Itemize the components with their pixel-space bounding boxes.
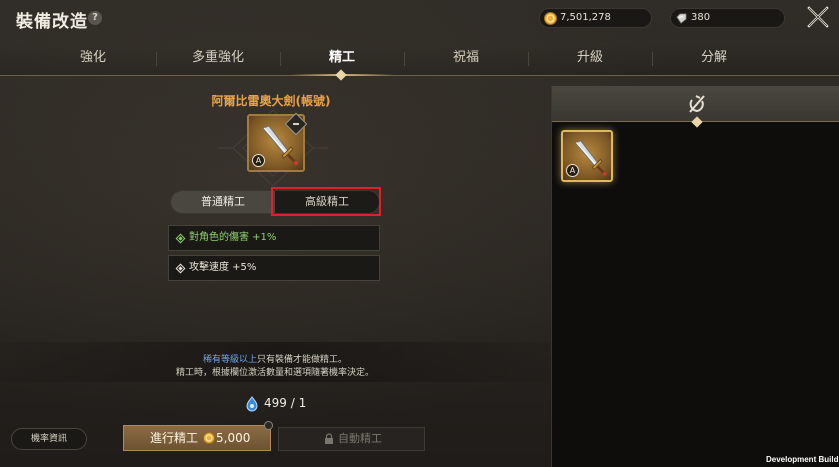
inventory-item-slot[interactable]: A: [561, 130, 613, 182]
header-bar: 裝備改造 ? 7,501,278 380: [0, 0, 839, 38]
item-grade-badge: A: [252, 154, 265, 167]
stat-diamond-icon: [175, 233, 186, 244]
item-grade-badge: A: [566, 164, 579, 177]
weapon-filter-icon[interactable]: [685, 92, 709, 116]
page-title: 裝備改造: [16, 12, 88, 32]
probability-info-button[interactable]: 機率資訊: [11, 428, 87, 450]
refine-button-label: 進行精工: [150, 431, 199, 445]
auto-refine-button[interactable]: 自動精工: [278, 427, 425, 451]
stat-text: 對角色的傷害 +1%: [189, 232, 277, 243]
tab-bless[interactable]: 祝福: [404, 44, 528, 74]
material-count: 499 / 1: [264, 396, 307, 410]
close-icon[interactable]: [806, 5, 830, 29]
refine-button[interactable]: 進行精工 5,000: [123, 421, 273, 451]
tab-bar: 強化 多重強化 精工 祝福 升級 分解: [0, 44, 839, 81]
info-line-2: 精工時，根據欄位激活數量和選項隨著機率決定。: [175, 368, 374, 378]
info-highlight: 稀有等級以上: [202, 355, 257, 365]
refine-stone-icon: [246, 396, 258, 412]
highlight-annotation-box: [271, 187, 381, 216]
item-name: 阿爾比雷奧大劍(帳號): [211, 94, 331, 108]
gold-currency: 7,501,278: [539, 8, 652, 28]
tab-enhance[interactable]: 強化: [31, 44, 155, 74]
refine-cost: 5,000: [216, 431, 251, 445]
gold-amount: 7,501,278: [560, 12, 611, 23]
tab-dismantle[interactable]: 分解: [652, 44, 776, 74]
diamond-icon: [676, 13, 687, 24]
inventory-header: [552, 86, 839, 128]
lock-icon: [325, 433, 333, 444]
stat-text: 攻擊速度 +5%: [189, 262, 257, 273]
normal-refine-button[interactable]: 普通精工: [171, 191, 275, 213]
stat-option-row: 對角色的傷害 +1%: [168, 225, 380, 251]
inventory-panel: A: [551, 86, 839, 467]
refine-badge: [264, 421, 273, 430]
header-indicator: [691, 116, 703, 128]
tab-upgrade[interactable]: 升級: [528, 44, 652, 74]
stat-diamond-icon: [175, 263, 186, 274]
gold-coin-icon: [544, 12, 557, 25]
stat-option-row: 攻擊速度 +5%: [168, 255, 380, 281]
dev-build-watermark: Development Build: [766, 455, 839, 464]
auto-refine-label: 自動精工: [338, 432, 382, 445]
tab-multi-enhance[interactable]: 多重強化: [156, 44, 280, 74]
help-icon[interactable]: ?: [88, 11, 102, 25]
gold-coin-icon: [203, 432, 215, 444]
diamond-currency: 380: [670, 8, 785, 28]
info-text: 只有裝備才能做精工。: [257, 355, 348, 365]
info-line-1: 稀有等級以上只有裝備才能做精工。: [0, 352, 550, 365]
diamond-amount: 380: [691, 12, 711, 23]
